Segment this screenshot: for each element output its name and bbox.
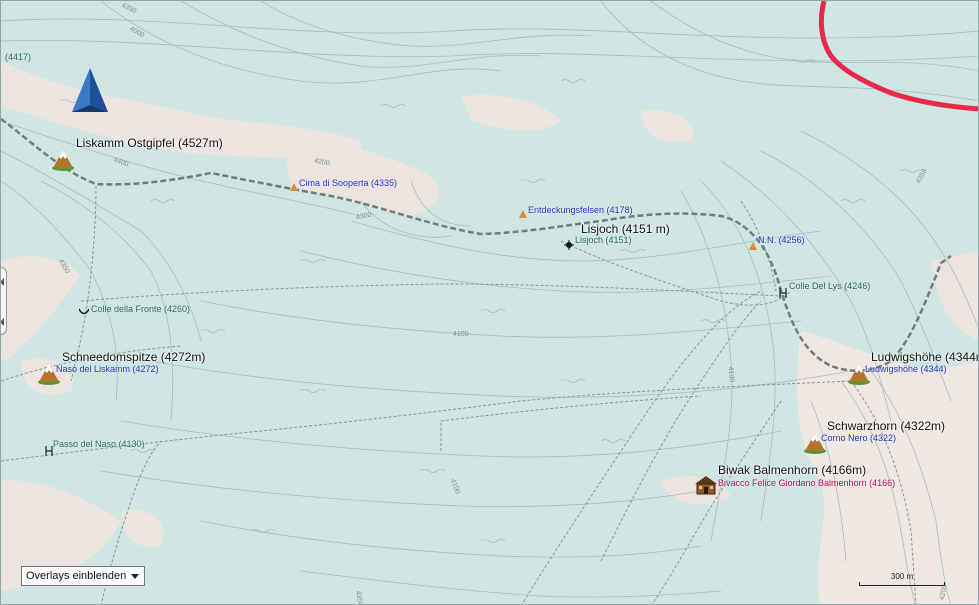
peak-subtitle[interactable]: Naso del Liskamm (4272) xyxy=(56,365,159,374)
peak-icon[interactable] xyxy=(51,149,75,171)
hut-subtitle[interactable]: Bivacco Felice Giordano Balmenhorn (4166… xyxy=(718,479,895,488)
pass-title[interactable]: Lisjoch (4151 m) xyxy=(581,223,670,235)
hut-icon[interactable] xyxy=(694,475,718,495)
peak-title[interactable]: Schwarzhorn (4322m) xyxy=(827,420,945,432)
summit-triangle-icon[interactable] xyxy=(290,183,298,191)
overlays-dropdown-label: Overlays einblenden xyxy=(26,570,127,582)
peak-title[interactable]: Ludwigshöhe (4344m) xyxy=(871,351,978,363)
peak-subtitle[interactable]: Ludwigshöhe (4344) xyxy=(865,365,947,374)
scale-bar: 300 m xyxy=(859,572,945,586)
hut-title[interactable]: Biwak Balmenhorn (4166m) xyxy=(718,464,866,476)
col-icon[interactable] xyxy=(779,288,787,298)
summit-triangle-icon[interactable] xyxy=(519,210,527,218)
summit-label[interactable]: Entdeckungsfelsen (4178) xyxy=(528,206,633,215)
peak-title[interactable]: Schneedomspitze (4272m) xyxy=(62,351,205,363)
map-view[interactable]: 4350 4000 4400 4200 4300 4350 4100 4100 … xyxy=(0,0,979,605)
summit-label[interactable]: N.N. (4256) xyxy=(758,236,805,245)
chevron-down-icon xyxy=(131,574,139,579)
scale-bar-line xyxy=(859,582,945,586)
contour-label: 4100 xyxy=(726,366,735,383)
chevron-left-icon xyxy=(1,318,4,326)
map-terrain xyxy=(1,1,978,604)
major-summit-icon[interactable] xyxy=(71,67,109,113)
side-panel-handle[interactable] xyxy=(1,267,7,335)
summit-label[interactable]: Cima di Sooperta (4335) xyxy=(299,179,397,188)
pass-subtitle[interactable]: Lisjoch (4151) xyxy=(575,236,632,245)
scale-label: 300 m xyxy=(890,572,914,581)
col-icon[interactable] xyxy=(79,308,89,316)
contour-label: 4100 xyxy=(453,331,469,338)
chevron-left-icon xyxy=(1,278,4,286)
col-label[interactable]: Colle della Fronte (4260) xyxy=(91,305,190,314)
peak-subtitle[interactable]: Corno Nero (4322) xyxy=(821,434,896,443)
col-label[interactable]: Passo del Naso (4130) xyxy=(53,440,145,449)
summit-triangle-icon[interactable] xyxy=(749,242,757,250)
col-label[interactable]: Colle Del Lys (4246) xyxy=(789,282,870,291)
pass-icon[interactable] xyxy=(564,240,574,250)
col-icon[interactable] xyxy=(45,446,53,456)
region-label: (4417) xyxy=(5,52,32,62)
overlays-dropdown[interactable]: Overlays einblenden xyxy=(21,566,145,586)
peak-title[interactable]: Liskamm Ostgipfel (4527m) xyxy=(76,137,223,149)
